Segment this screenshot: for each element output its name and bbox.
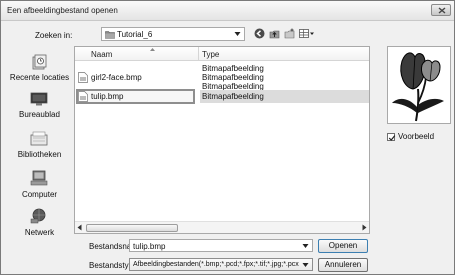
- preview-label: Voorbeeld: [398, 132, 435, 141]
- view-menu-icon[interactable]: [299, 28, 315, 39]
- place-recent-locations[interactable]: Recente locaties: [7, 54, 72, 88]
- place-computer[interactable]: Computer: [7, 170, 72, 202]
- tulip-preview-image: [392, 52, 444, 122]
- cancel-button[interactable]: Annuleren: [318, 258, 368, 272]
- open-button[interactable]: Openen: [318, 239, 368, 253]
- checkbox[interactable]: [387, 133, 396, 141]
- file-row-selected[interactable]: tulip.bmp Bitmapafbeelding: [75, 89, 369, 104]
- libraries-icon: [30, 131, 48, 146]
- lookin-label: Zoeken in:: [35, 31, 73, 40]
- file-type: Bitmapafbeelding: [202, 92, 264, 101]
- place-label: Computer: [21, 190, 58, 199]
- places-bar: Recente locaties Bureaublad Bibliotheken: [7, 46, 72, 254]
- filename-value[interactable]: tulip.bmp: [133, 242, 165, 251]
- recent-places-icon: [32, 54, 47, 70]
- lookin-dropdown[interactable]: Tutorial_6: [101, 27, 245, 41]
- image-preview: [387, 46, 451, 124]
- sort-up-icon: [150, 48, 155, 51]
- scroll-left-icon[interactable]: [77, 224, 82, 231]
- folder-icon: [105, 31, 115, 39]
- file-list[interactable]: Naam Type Bitmapafbeelding girl2-face.bm…: [74, 46, 370, 234]
- checkmark-icon: [388, 135, 396, 141]
- window-title: Een afbeeldingbestand openen: [7, 6, 118, 15]
- place-desktop[interactable]: Bureaublad: [7, 92, 72, 122]
- close-icon: [438, 7, 446, 14]
- close-button[interactable]: [431, 4, 451, 16]
- place-libraries[interactable]: Bibliotheken: [7, 130, 72, 162]
- place-label: Netwerk: [24, 228, 55, 237]
- column-type-header[interactable]: Type: [202, 50, 219, 59]
- place-network[interactable]: Netwerk: [7, 208, 72, 240]
- network-icon: [30, 208, 46, 224]
- filetype-value: Afbeeldingbestanden(*.bmp;*.pcd;*.fpx;*.…: [133, 261, 299, 268]
- file-name: tulip.bmp: [91, 92, 124, 101]
- computer-icon: [30, 170, 48, 186]
- place-label: Bibliotheken: [17, 150, 62, 159]
- scroll-right-icon[interactable]: [362, 224, 367, 231]
- lookin-value: Tutorial_6: [117, 30, 153, 39]
- chevron-down-icon[interactable]: [302, 243, 309, 249]
- place-label: Bureaublad: [19, 110, 60, 119]
- new-folder-icon[interactable]: [284, 28, 295, 39]
- place-label: Recente locaties: [9, 73, 70, 82]
- scrollbar-thumb[interactable]: [86, 224, 178, 232]
- horizontal-scrollbar[interactable]: [75, 221, 369, 233]
- filename-field[interactable]: tulip.bmp: [129, 239, 313, 252]
- bitmap-file-icon: [78, 91, 88, 102]
- open-image-dialog: Een afbeeldingbestand openen Zoeken in: …: [0, 0, 455, 275]
- filetype-select[interactable]: Afbeeldingbestanden(*.bmp;*.pcd;*.fpx;*.…: [129, 258, 313, 271]
- title-bar[interactable]: Een afbeeldingbestand openen: [1, 1, 454, 21]
- desktop-icon: [30, 92, 48, 106]
- chevron-down-icon[interactable]: [302, 262, 309, 268]
- back-icon[interactable]: [254, 28, 265, 39]
- column-name-header[interactable]: Naam: [91, 50, 112, 59]
- up-folder-icon[interactable]: [269, 28, 280, 39]
- chevron-down-icon: [234, 32, 241, 36]
- column-separator[interactable]: [198, 47, 199, 61]
- file-list-header: Naam Type: [75, 47, 369, 61]
